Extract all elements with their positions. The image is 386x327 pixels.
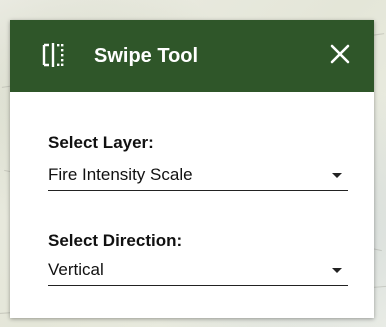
panel-header: Swipe Tool — [10, 20, 374, 92]
close-button[interactable] — [328, 42, 352, 66]
close-icon — [330, 44, 350, 64]
swipe-icon — [40, 41, 68, 69]
chevron-down-icon — [332, 268, 342, 273]
select-layer-label: Select Layer: — [48, 133, 154, 152]
swipe-tool-panel: Swipe Tool Select Layer: Fire Intensity … — [10, 20, 374, 318]
select-direction-dropdown[interactable]: Vertical — [48, 255, 348, 286]
chevron-down-icon — [332, 173, 342, 178]
select-direction-label: Select Direction: — [48, 231, 183, 250]
select-direction-value: Vertical — [48, 260, 104, 279]
select-layer-value: Fire Intensity Scale — [48, 165, 193, 184]
panel-title: Swipe Tool — [94, 45, 199, 67]
select-layer-dropdown[interactable]: Fire Intensity Scale — [48, 160, 348, 191]
